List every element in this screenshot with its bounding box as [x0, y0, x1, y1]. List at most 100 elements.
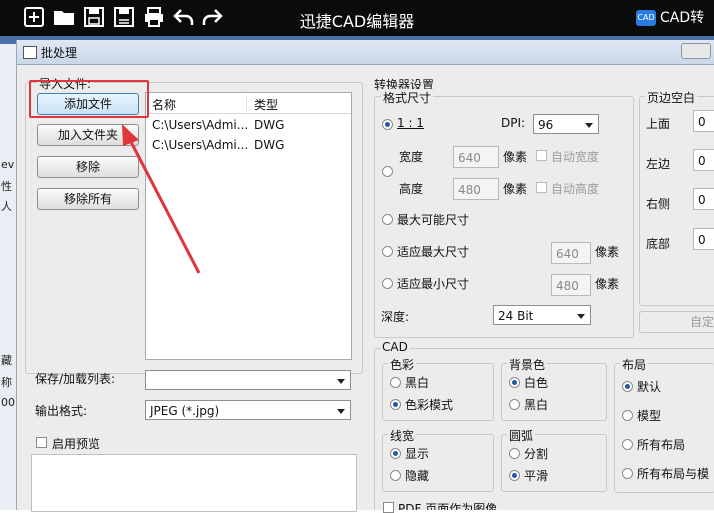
bg-bw-radio[interactable]	[509, 399, 520, 410]
max-possible-label: 最大可能尺寸	[397, 213, 470, 227]
fit-max-input[interactable]: 640	[551, 242, 591, 264]
color-mode-radio[interactable]	[390, 399, 401, 410]
fit-max-unit: 像素	[595, 245, 620, 259]
brand: CAD CAD转	[636, 7, 704, 27]
margin-left-input[interactable]: 0	[693, 149, 714, 171]
max-possible-radio[interactable]	[382, 214, 393, 225]
annotation-arrow	[122, 124, 201, 274]
bg-text: 00	[1, 396, 15, 409]
margin-top-input[interactable]: 0	[693, 110, 714, 132]
format-size-title: 格式尺寸	[381, 89, 434, 106]
preview-label: 启用预览	[52, 437, 101, 451]
bg-text: 性	[1, 180, 12, 193]
output-format-label: 输出格式:	[35, 404, 88, 418]
custom-margin-button[interactable]: 自定	[639, 311, 714, 333]
layout-all-model-radio[interactable]	[622, 468, 633, 479]
window-icon	[23, 46, 37, 59]
layout-model-radio[interactable]	[622, 410, 633, 421]
layout-all-radio[interactable]	[622, 439, 633, 450]
file-list-header: 名称 类型	[146, 93, 351, 114]
fit-min-label: 适应最小尺寸	[397, 277, 470, 291]
background-title: 背景色	[507, 356, 548, 373]
layout-model-label: 模型	[637, 409, 662, 423]
arc-split-radio[interactable]	[509, 448, 520, 459]
color-bw-radio[interactable]	[390, 377, 401, 388]
column-header-type[interactable]: 类型	[254, 96, 278, 113]
ratio-1-1-radio[interactable]	[382, 119, 393, 130]
dialog-title: 批处理	[41, 46, 78, 60]
arc-title: 圆弧	[507, 427, 536, 444]
arc-smooth-radio[interactable]	[509, 470, 520, 481]
preview-area	[31, 454, 357, 512]
linewidth-hide-radio[interactable]	[390, 470, 401, 481]
height-unit: 像素	[503, 182, 528, 196]
column-divider	[246, 95, 247, 111]
width-input[interactable]: 640	[453, 146, 499, 168]
layout-title: 布局	[620, 356, 649, 373]
background-panel: ev 性 人 藏 称 00	[0, 44, 17, 510]
dialog-titlebar[interactable]: 批处理	[17, 40, 714, 65]
dpi-value: 96	[538, 118, 554, 132]
ratio-1-1-label: 1 : 1	[397, 116, 424, 130]
preview-checkbox[interactable]	[36, 437, 47, 448]
bg-text: 称	[1, 376, 12, 389]
pdf-page-image-checkbox[interactable]	[383, 502, 394, 513]
fit-max-label: 适应最大尺寸	[397, 245, 470, 259]
custom-size-radio[interactable]	[382, 166, 393, 177]
fit-min-radio[interactable]	[382, 278, 393, 289]
width-label: 宽度	[399, 150, 424, 164]
file-row-type[interactable]: DWG	[254, 118, 284, 132]
dpi-label: DPI:	[501, 116, 526, 130]
cad-logo-icon: CAD	[636, 10, 656, 26]
chevron-down-icon	[337, 409, 345, 414]
layout-all-label: 所有布局	[637, 438, 686, 452]
save-list-label: 保存/加载列表:	[35, 372, 116, 386]
fit-min-input[interactable]: 480	[551, 274, 591, 296]
auto-height-checkbox[interactable]	[536, 182, 547, 193]
linewidth-hide-label: 隐藏	[405, 469, 430, 483]
file-row-type[interactable]: DWG	[254, 138, 284, 152]
chevron-down-icon	[337, 379, 345, 384]
app-toolbar: 迅捷CAD编辑器 CAD CAD转	[0, 0, 714, 36]
output-format-select[interactable]: JPEG (*.jpg)	[145, 400, 351, 420]
column-header-name[interactable]: 名称	[152, 96, 176, 113]
depth-value: 24 Bit	[498, 309, 534, 323]
pdf-page-image-label: PDF 页面作为图像	[398, 502, 498, 510]
chevron-down-icon	[577, 314, 585, 319]
margin-bottom-input[interactable]: 0	[693, 228, 714, 250]
app-title: 迅捷CAD编辑器	[299, 12, 415, 31]
linewidth-show-radio[interactable]	[390, 448, 401, 459]
color-mode-label: 色彩模式	[405, 398, 454, 412]
fit-min-unit: 像素	[595, 277, 620, 291]
arc-split-label: 分割	[524, 447, 549, 461]
close-button[interactable]	[681, 43, 711, 59]
linewidth-title: 线宽	[388, 427, 417, 444]
chevron-down-icon	[585, 123, 593, 128]
bg-white-radio[interactable]	[509, 377, 520, 388]
depth-select[interactable]: 24 Bit	[493, 305, 591, 325]
bg-white-label: 白色	[524, 376, 549, 390]
margin-left-label: 左边	[646, 157, 671, 171]
margins-title: 页边空白	[645, 89, 698, 106]
layout-default-radio[interactable]	[622, 381, 633, 392]
auto-height-label: 自动高度	[551, 182, 600, 196]
auto-width-checkbox[interactable]	[536, 150, 547, 161]
layout-all-model-label: 所有布局与模	[637, 467, 710, 481]
height-input[interactable]: 480	[453, 178, 499, 200]
batch-dialog: 批处理 导入文件: 添加文件 加入文件夹 移除 移除所有 名称 类型 C:\Us…	[16, 40, 714, 513]
width-unit: 像素	[503, 150, 528, 164]
depth-label: 深度:	[381, 310, 410, 324]
save-list-select[interactable]	[145, 370, 351, 390]
margin-right-input[interactable]: 0	[693, 188, 714, 210]
cad-title: CAD	[380, 340, 410, 354]
bg-text: 藏	[1, 354, 12, 367]
dpi-select[interactable]: 96	[533, 114, 599, 134]
output-format-value: JPEG (*.jpg)	[150, 404, 220, 418]
linewidth-show-label: 显示	[405, 447, 430, 461]
highlight-box	[29, 80, 149, 118]
margin-right-label: 右侧	[646, 197, 671, 211]
auto-width-label: 自动宽度	[551, 150, 600, 164]
bg-bw-label: 黑白	[524, 398, 549, 412]
height-label: 高度	[399, 182, 424, 196]
fit-max-radio[interactable]	[382, 246, 393, 257]
